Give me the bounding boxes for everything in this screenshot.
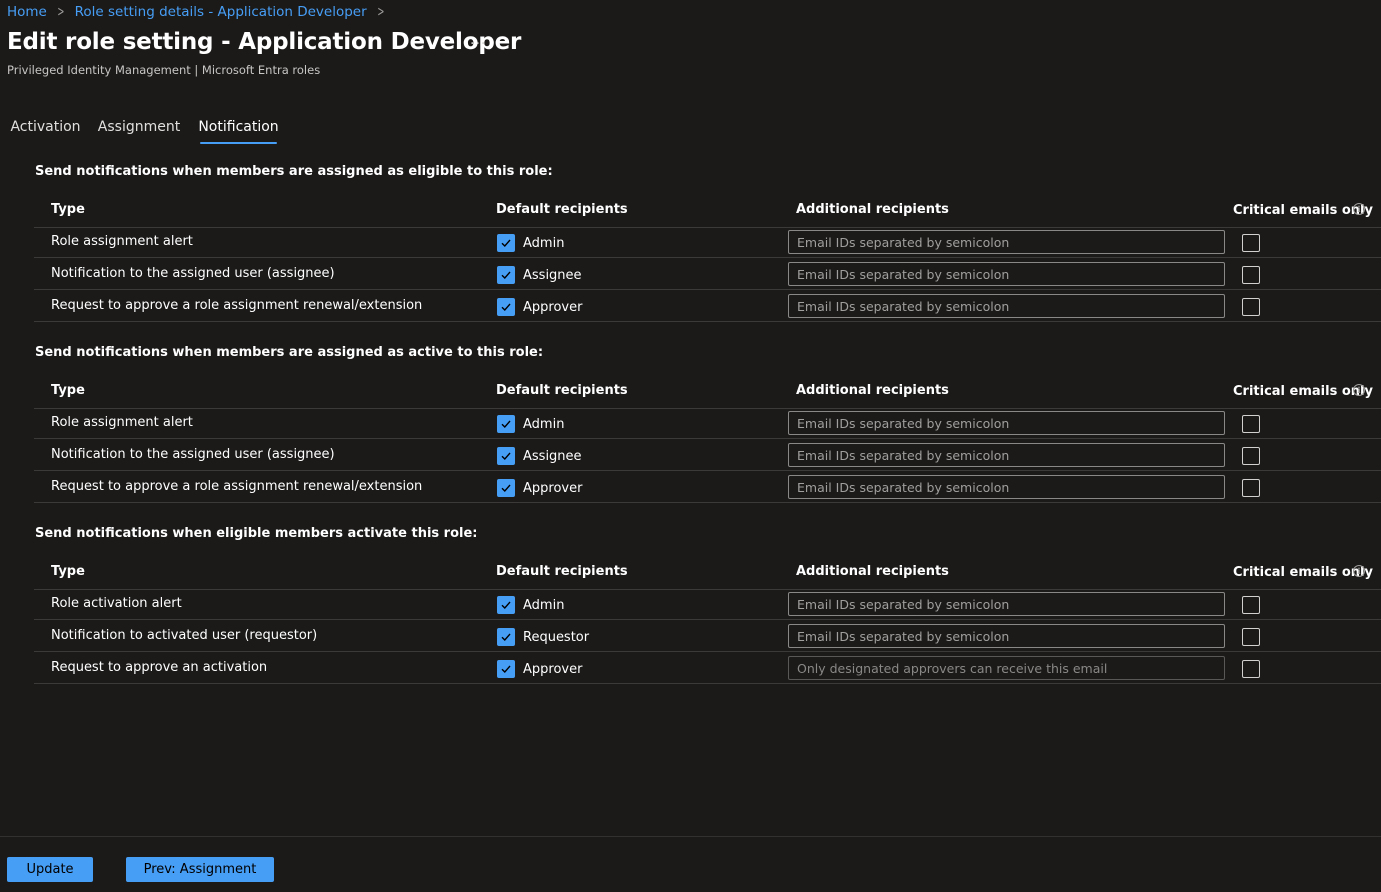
- additional-recipients-input[interactable]: [788, 262, 1225, 286]
- critical-emails-checkbox[interactable]: [1242, 447, 1260, 465]
- critical-emails-checkbox[interactable]: [1242, 479, 1260, 497]
- additional-recipients-input[interactable]: [788, 294, 1225, 318]
- default-recipient-checkbox[interactable]: [497, 447, 515, 465]
- critical-emails-checkbox[interactable]: [1242, 628, 1260, 646]
- page-subtitle: Privileged Identity Management | Microso…: [7, 63, 321, 77]
- table-row: Request to approve a role assignment ren…: [34, 290, 1381, 322]
- column-header-default-recipients: Default recipients: [496, 564, 628, 579]
- column-header-type: Type: [51, 383, 85, 398]
- column-header-additional-recipients: Additional recipients: [796, 202, 949, 217]
- section-title: Send notifications when eligible members…: [35, 526, 478, 541]
- tab-notification[interactable]: Notification: [198, 112, 279, 144]
- notification-type-label: Notification to the assigned user (assig…: [51, 447, 335, 462]
- breadcrumb-home-link[interactable]: Home: [7, 4, 47, 20]
- column-header-default-recipients: Default recipients: [496, 202, 628, 217]
- footer-bar: Update Prev: Assignment: [0, 836, 1381, 892]
- default-recipient-checkbox[interactable]: [497, 479, 515, 497]
- table-row: Role assignment alert Admin: [34, 407, 1381, 439]
- additional-recipients-input[interactable]: [788, 592, 1225, 616]
- grid-header: Type Default recipients Additional recip…: [34, 190, 1381, 228]
- notification-type-label: Notification to the assigned user (assig…: [51, 266, 335, 281]
- notification-type-label: Role activation alert: [51, 596, 182, 611]
- critical-emails-checkbox[interactable]: [1242, 415, 1260, 433]
- column-header-type: Type: [51, 564, 85, 579]
- column-header-default-recipients: Default recipients: [496, 383, 628, 398]
- default-recipient-checkbox[interactable]: [497, 660, 515, 678]
- info-icon[interactable]: i: [1353, 203, 1365, 215]
- default-recipient-label: Approver: [523, 300, 583, 315]
- tab-assignment[interactable]: Assignment: [98, 112, 180, 142]
- notification-type-label: Notification to activated user (requesto…: [51, 628, 318, 643]
- update-button[interactable]: Update: [7, 857, 93, 882]
- notification-type-label: Request to approve a role assignment ren…: [51, 479, 423, 494]
- default-recipient-label: Approver: [523, 662, 583, 677]
- notification-type-label: Role assignment alert: [51, 234, 193, 249]
- notification-type-label: Request to approve a role assignment ren…: [51, 298, 423, 313]
- default-recipient-checkbox[interactable]: [497, 234, 515, 252]
- table-row: Request to approve a role assignment ren…: [34, 471, 1381, 503]
- default-recipient-label: Admin: [523, 417, 565, 432]
- info-icon[interactable]: i: [1353, 384, 1365, 396]
- notification-type-label: Request to approve an activation: [51, 660, 268, 675]
- default-recipient-checkbox[interactable]: [497, 628, 515, 646]
- breadcrumb: Home > Role setting details - Applicatio…: [7, 3, 394, 21]
- critical-emails-checkbox[interactable]: [1242, 660, 1260, 678]
- prev-assignment-button[interactable]: Prev: Assignment: [126, 857, 274, 882]
- section-title: Send notifications when members are assi…: [35, 345, 544, 360]
- chevron-right-icon: >: [377, 4, 385, 20]
- column-header-critical-emails: Critical emails only: [1233, 565, 1373, 580]
- default-recipient-checkbox[interactable]: [497, 266, 515, 284]
- table-row: Notification to the assigned user (assig…: [34, 258, 1381, 290]
- critical-emails-checkbox[interactable]: [1242, 266, 1260, 284]
- notification-type-label: Role assignment alert: [51, 415, 193, 430]
- grid-header: Type Default recipients Additional recip…: [34, 371, 1381, 409]
- default-recipient-checkbox[interactable]: [497, 596, 515, 614]
- more-horizontal-icon[interactable]: ···: [470, 36, 486, 52]
- column-header-additional-recipients: Additional recipients: [796, 564, 949, 579]
- default-recipient-label: Requestor: [523, 630, 590, 645]
- page-title: Edit role setting - Application Develope…: [7, 29, 522, 55]
- grid-header: Type Default recipients Additional recip…: [34, 552, 1381, 590]
- default-recipient-checkbox[interactable]: [497, 415, 515, 433]
- critical-emails-checkbox[interactable]: [1242, 234, 1260, 252]
- table-row: Notification to activated user (requesto…: [34, 620, 1381, 652]
- column-header-critical-emails: Critical emails only: [1233, 384, 1373, 399]
- additional-recipients-input[interactable]: [788, 230, 1225, 254]
- additional-recipients-input[interactable]: [788, 443, 1225, 467]
- column-header-type: Type: [51, 202, 85, 217]
- info-icon[interactable]: i: [1353, 565, 1365, 577]
- table-row: Role assignment alert Admin: [34, 226, 1381, 258]
- column-header-additional-recipients: Additional recipients: [796, 383, 949, 398]
- critical-emails-checkbox[interactable]: [1242, 298, 1260, 316]
- table-row: Request to approve an activation Approve…: [34, 652, 1381, 684]
- default-recipient-label: Assignee: [523, 449, 582, 464]
- additional-recipients-input: [788, 656, 1225, 680]
- additional-recipients-input[interactable]: [788, 411, 1225, 435]
- default-recipient-checkbox[interactable]: [497, 298, 515, 316]
- table-row: Role activation alert Admin: [34, 588, 1381, 620]
- additional-recipients-input[interactable]: [788, 624, 1225, 648]
- default-recipient-label: Assignee: [523, 268, 582, 283]
- table-row: Notification to the assigned user (assig…: [34, 439, 1381, 471]
- default-recipient-label: Admin: [523, 598, 565, 613]
- chevron-right-icon: >: [57, 4, 65, 20]
- default-recipient-label: Approver: [523, 481, 583, 496]
- column-header-critical-emails: Critical emails only: [1233, 203, 1373, 218]
- edit-role-setting-page: Home > Role setting details - Applicatio…: [0, 0, 1381, 892]
- section-title: Send notifications when members are assi…: [35, 164, 553, 179]
- breadcrumb-role-setting-link[interactable]: Role setting details - Application Devel…: [75, 4, 367, 20]
- default-recipient-label: Admin: [523, 236, 565, 251]
- tab-activation[interactable]: Activation: [10, 112, 80, 142]
- critical-emails-checkbox[interactable]: [1242, 596, 1260, 614]
- additional-recipients-input[interactable]: [788, 475, 1225, 499]
